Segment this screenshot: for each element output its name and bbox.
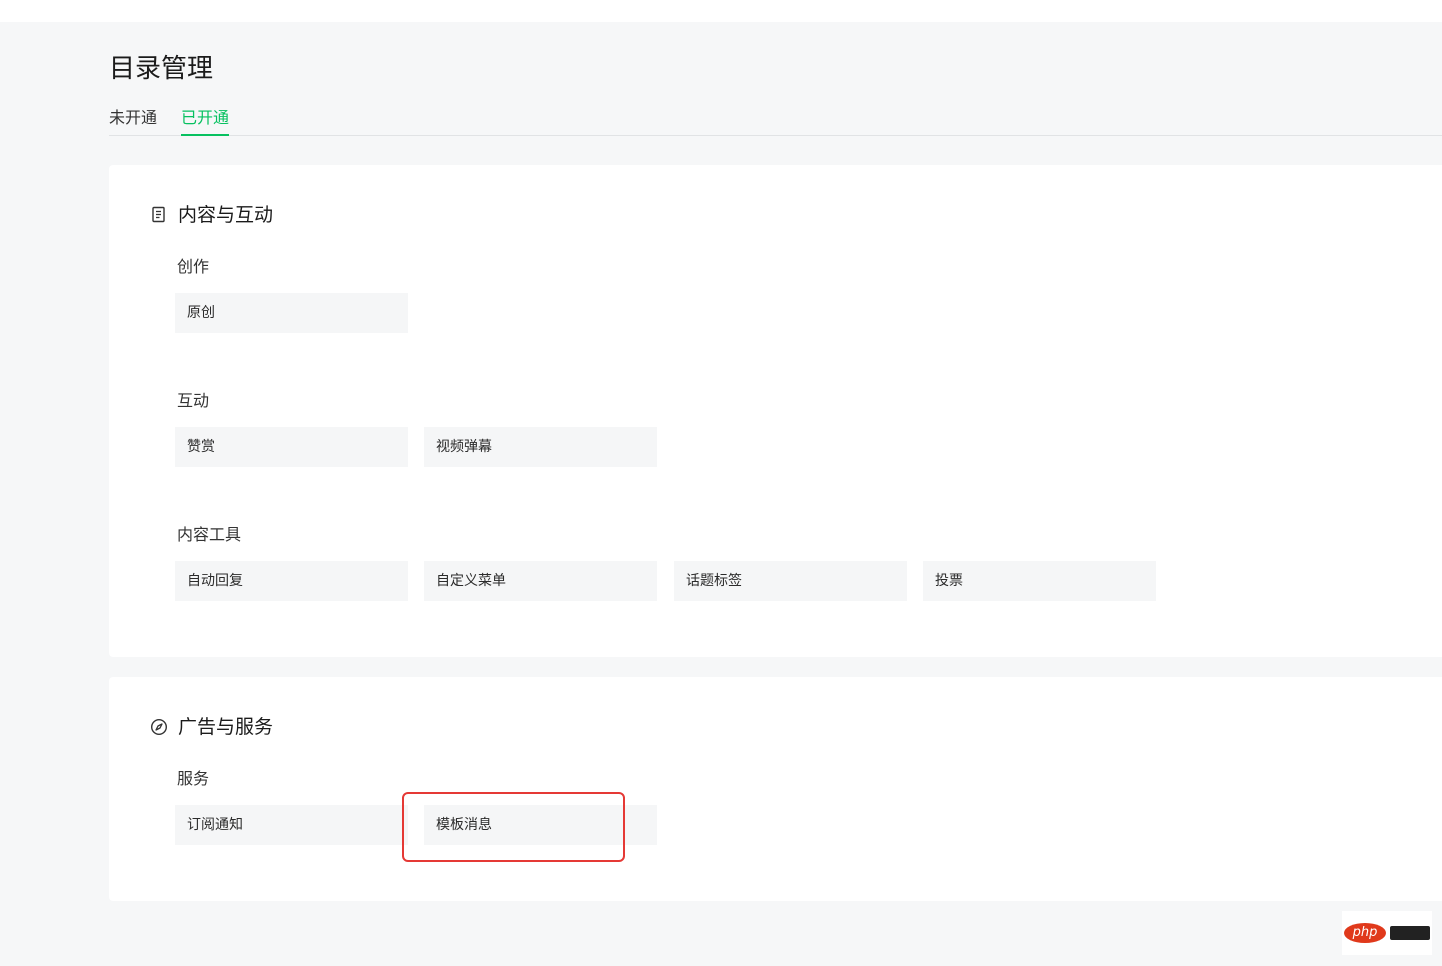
php-logo: php: [1344, 923, 1386, 943]
section-title: 内容与互动: [178, 204, 274, 226]
document-icon: [152, 206, 165, 223]
group-label-creation: 创作: [177, 257, 210, 276]
section-header: 内容与互动: [150, 201, 273, 229]
tile-vote[interactable]: 投票: [923, 561, 1156, 601]
watermark-bar: [1390, 926, 1430, 940]
tile-original[interactable]: 原创: [175, 293, 408, 333]
tab-bar: 未开通 已开通: [109, 104, 1442, 136]
tab-not-enabled[interactable]: 未开通: [109, 107, 157, 129]
group-label-content-tools: 内容工具: [177, 525, 242, 544]
tab-enabled[interactable]: 已开通: [181, 107, 230, 136]
watermark-logo: php: [1342, 911, 1432, 955]
tile-appreciation[interactable]: 赞赏: [175, 427, 408, 467]
page-title: 目录管理: [109, 54, 214, 84]
group-label-interaction: 互动: [177, 391, 210, 410]
group-label-services: 服务: [177, 769, 210, 788]
section-header: 广告与服务: [150, 713, 273, 741]
section-title: 广告与服务: [178, 716, 274, 738]
section-card-ads-services: 广告与服务 服务 订阅通知 模板消息: [109, 677, 1442, 901]
tile-template-message[interactable]: 模板消息: [424, 805, 657, 845]
tile-subscription-notice[interactable]: 订阅通知: [175, 805, 408, 845]
compass-icon: [150, 718, 168, 736]
section-card-content-interaction: 内容与互动 创作 原创 互动 赞赏 视频弹幕 内容工具 自动回复 自定义菜单 话…: [109, 165, 1442, 657]
tile-custom-menu[interactable]: 自定义菜单: [424, 561, 657, 601]
top-bar: [0, 0, 1442, 22]
tile-auto-reply[interactable]: 自动回复: [175, 561, 408, 601]
tile-video-danmaku[interactable]: 视频弹幕: [424, 427, 657, 467]
tile-topic-tags[interactable]: 话题标签: [674, 561, 907, 601]
